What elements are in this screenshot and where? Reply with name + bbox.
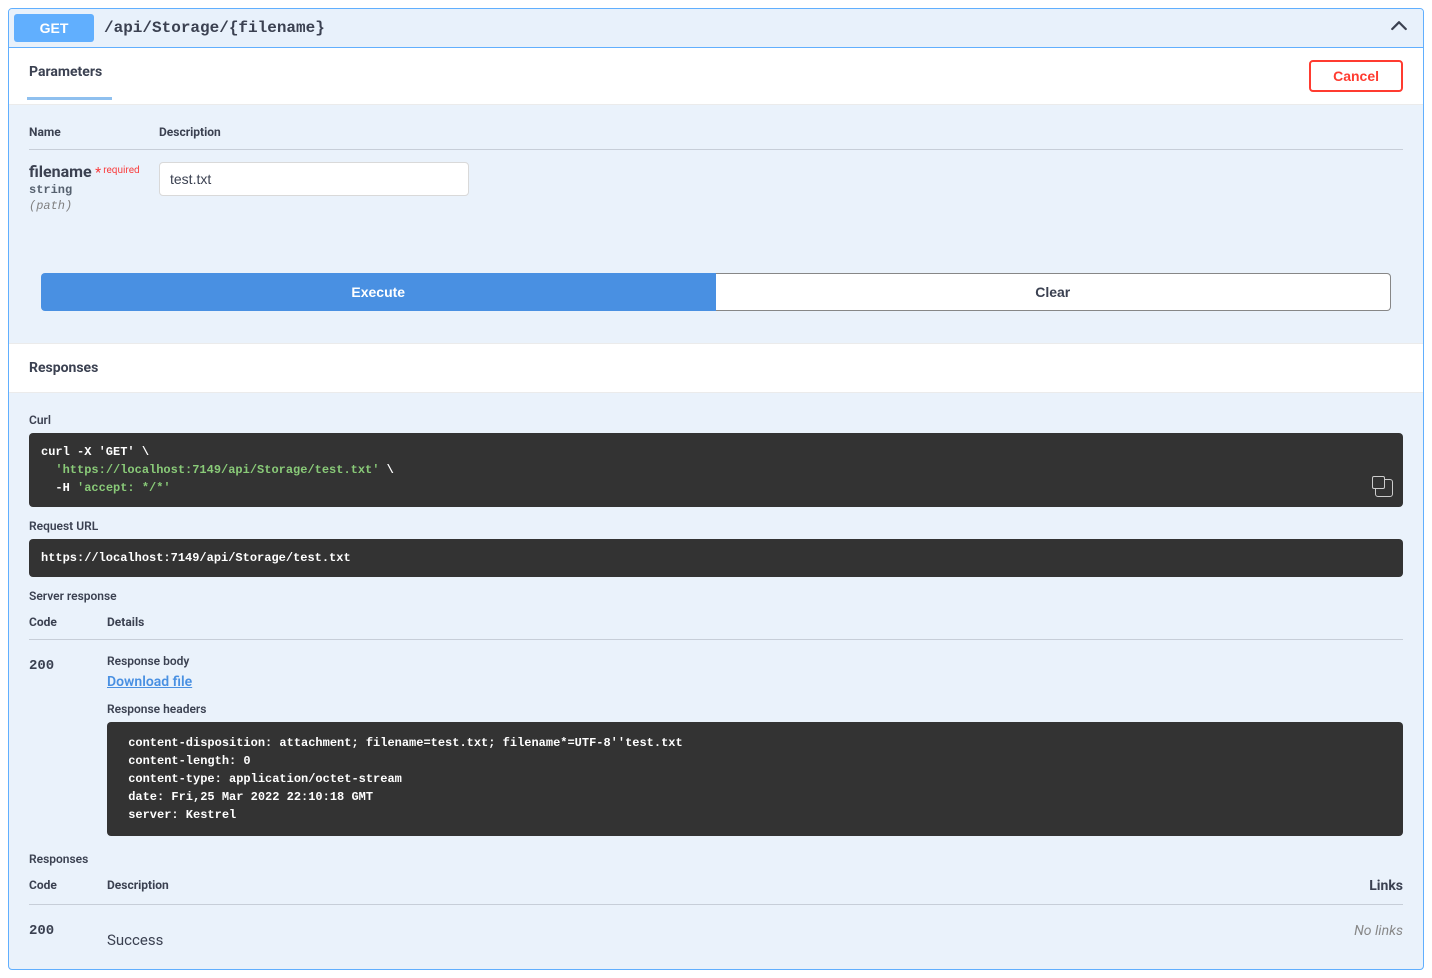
request-url-block: https://localhost:7149/api/Storage/test.… (29, 539, 1403, 577)
responses-doc-label: Responses (29, 852, 1403, 866)
cancel-button[interactable]: Cancel (1309, 60, 1403, 92)
curl-line: -H (41, 481, 77, 495)
parameter-name: filename (29, 162, 92, 181)
required-star-icon: * (92, 165, 102, 181)
parameter-meta: filename *required string (path) (29, 162, 159, 213)
parameter-in: (path) (29, 199, 159, 213)
response-details: Response body Download file Response hea… (107, 654, 1403, 836)
response-code: 200 (29, 654, 107, 836)
required-label: required (101, 165, 139, 176)
responses-header: Responses (9, 343, 1423, 393)
response-headers-label: Response headers (107, 702, 1403, 716)
curl-label: Curl (29, 413, 1403, 427)
parameters-header: Parameters Cancel (9, 48, 1423, 105)
action-buttons: Execute Clear (29, 273, 1403, 323)
parameters-table-head: Name Description (29, 125, 1403, 150)
parameters-title: Parameters (29, 64, 102, 88)
parameter-input-wrapper (159, 162, 469, 196)
column-name: Name (29, 125, 159, 139)
curl-line: \ (379, 463, 393, 477)
copy-icon[interactable] (1375, 479, 1393, 497)
request-url-label: Request URL (29, 519, 1403, 533)
column-code: Code (29, 878, 107, 894)
endpoint-path: /api/Storage/{filename} (104, 19, 1390, 37)
parameters-table: Name Description filename *required stri… (29, 125, 1403, 213)
clear-button[interactable]: Clear (716, 273, 1392, 311)
response-headers-block: content-disposition: attachment; filenam… (107, 722, 1403, 836)
opblock-summary[interactable]: GET /api/Storage/{filename} (9, 9, 1423, 48)
doc-response-links: No links (1354, 919, 1403, 939)
server-response-row: 200 Response body Download file Response… (29, 654, 1403, 836)
filename-input[interactable] (159, 162, 469, 196)
method-badge: GET (14, 14, 94, 42)
responses-doc-row: 200 Success No links (29, 919, 1403, 949)
curl-code-block: curl -X 'GET' \ 'https://localhost:7149/… (29, 433, 1403, 507)
server-response-head: Code Details (29, 615, 1403, 640)
column-description: Description (107, 878, 1369, 894)
column-links: Links (1369, 878, 1403, 894)
parameters-body: Name Description filename *required stri… (9, 105, 1423, 343)
curl-line: curl -X 'GET' \ (41, 445, 149, 459)
doc-response-description: Success (107, 919, 1354, 949)
column-description: Description (159, 125, 221, 139)
column-code: Code (29, 615, 107, 629)
responses-body: Curl curl -X 'GET' \ 'https://localhost:… (9, 393, 1423, 969)
doc-response-code: 200 (29, 919, 107, 939)
response-body-label: Response body (107, 654, 1403, 668)
chevron-up-icon[interactable] (1390, 20, 1408, 36)
responses-doc-head: Code Description Links (29, 878, 1403, 905)
parameter-row: filename *required string (path) (29, 162, 1403, 213)
opblock-get: GET /api/Storage/{filename} Parameters C… (8, 8, 1424, 970)
column-details: Details (107, 615, 1403, 629)
download-file-link[interactable]: Download file (107, 674, 192, 690)
parameter-type: string (29, 183, 159, 197)
server-response-label: Server response (29, 589, 1403, 603)
curl-header: 'accept: */*' (77, 481, 171, 495)
curl-url: 'https://localhost:7149/api/Storage/test… (55, 463, 379, 477)
execute-button[interactable]: Execute (41, 273, 716, 311)
